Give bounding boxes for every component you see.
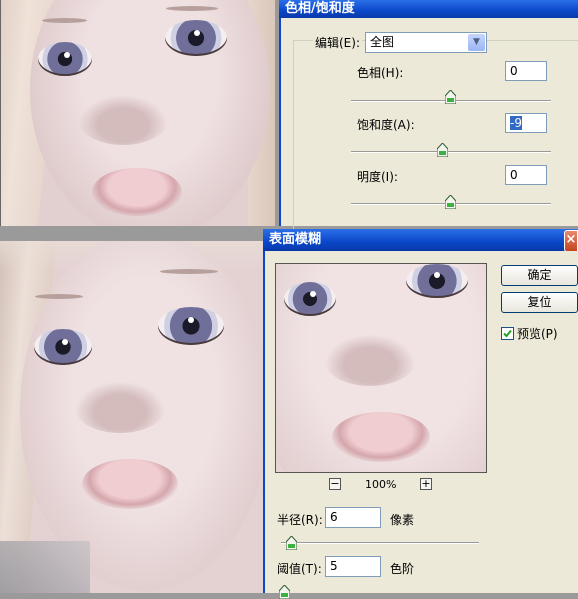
radius-input[interactable]: 6 xyxy=(325,507,381,528)
bottom-lips xyxy=(82,459,178,509)
saturation-value: -9 xyxy=(510,116,522,130)
surface-blur-title: 表面模糊 xyxy=(269,232,322,247)
saturation-input[interactable]: -9 xyxy=(505,113,547,133)
top-right-brow xyxy=(166,6,218,11)
bottom-left-glint xyxy=(62,339,68,345)
radius-unit: 像素 xyxy=(390,513,415,527)
threshold-unit: 色阶 xyxy=(390,562,415,576)
close-icon[interactable]: × xyxy=(564,230,578,252)
bottom-right-eye xyxy=(158,307,224,345)
hue-input[interactable]: 0 xyxy=(505,61,547,81)
bottom-left-eye xyxy=(34,329,92,365)
top-left-eye xyxy=(38,42,92,76)
surface-blur-dialog: − 100% + 确定 复位 预览(P) 半径(R): 6 像素 阈值(T): … xyxy=(263,251,578,599)
hue-sat-title-bar[interactable]: 色相/饱和度 xyxy=(279,0,578,18)
zoom-in-button[interactable]: + xyxy=(420,478,432,490)
top-right-glint xyxy=(194,30,200,36)
bottom-photo xyxy=(0,241,265,593)
preview-nose xyxy=(324,334,416,386)
bottom-shoulder-shadow xyxy=(0,541,90,593)
top-photo-border xyxy=(0,0,1,226)
surface-blur-title-bar[interactable]: 表面模糊 × xyxy=(263,229,578,252)
threshold-input[interactable]: 5 xyxy=(325,556,381,577)
saturation-slider-thumb[interactable] xyxy=(437,143,448,157)
saturation-label: 饱和度(A): xyxy=(357,118,415,132)
bottom-right-glint xyxy=(188,317,194,323)
top-photo xyxy=(0,0,275,226)
hue-slider-thumb[interactable] xyxy=(445,90,456,104)
edit-select-value: 全图 xyxy=(370,35,395,49)
chevron-down-icon[interactable]: ▼ xyxy=(468,34,485,51)
lightness-label: 明度(I): xyxy=(357,170,398,184)
top-left-glint xyxy=(64,52,70,58)
preview-left-glint xyxy=(310,291,316,297)
top-right-eye xyxy=(165,20,227,56)
top-left-brow xyxy=(42,18,87,23)
hue-sat-dialog: 编辑(E): 全图 ▼ 色相(H): 0 饱和度(A): -9 明度(I): 0 xyxy=(279,18,578,231)
lightness-slider-thumb[interactable] xyxy=(445,195,456,209)
threshold-slider-thumb[interactable] xyxy=(279,585,290,599)
radius-slider-track[interactable] xyxy=(281,542,479,544)
threshold-label: 阈值(T): xyxy=(277,562,322,576)
blur-preview[interactable] xyxy=(275,263,487,473)
edit-label: 编辑(E): xyxy=(313,36,362,50)
top-lips xyxy=(92,168,182,216)
preview-checkbox[interactable] xyxy=(501,327,514,340)
bottom-right-brow xyxy=(160,269,218,274)
radius-slider-thumb[interactable] xyxy=(286,536,297,550)
saturation-slider-track[interactable] xyxy=(351,151,551,153)
ok-button[interactable]: 确定 xyxy=(501,265,578,286)
hue-sat-title: 色相/饱和度 xyxy=(285,1,355,16)
top-nose xyxy=(78,95,168,145)
checkmark-icon xyxy=(503,329,512,338)
preview-right-glint xyxy=(434,272,440,278)
preview-right-eye xyxy=(406,264,468,298)
lightness-input[interactable]: 0 xyxy=(505,165,547,185)
radius-label: 半径(R): xyxy=(277,513,323,527)
preview-left-eye xyxy=(284,282,336,316)
zoom-out-button[interactable]: − xyxy=(329,478,341,490)
preview-label[interactable]: 预览(P) xyxy=(517,327,558,341)
preview-lips xyxy=(332,412,430,462)
zoom-level: 100% xyxy=(365,478,397,491)
bottom-nose xyxy=(74,381,166,433)
reset-button[interactable]: 复位 xyxy=(501,292,578,313)
edit-select[interactable]: 全图 ▼ xyxy=(365,32,487,53)
hue-label: 色相(H): xyxy=(357,66,404,80)
bottom-left-brow xyxy=(35,294,83,299)
